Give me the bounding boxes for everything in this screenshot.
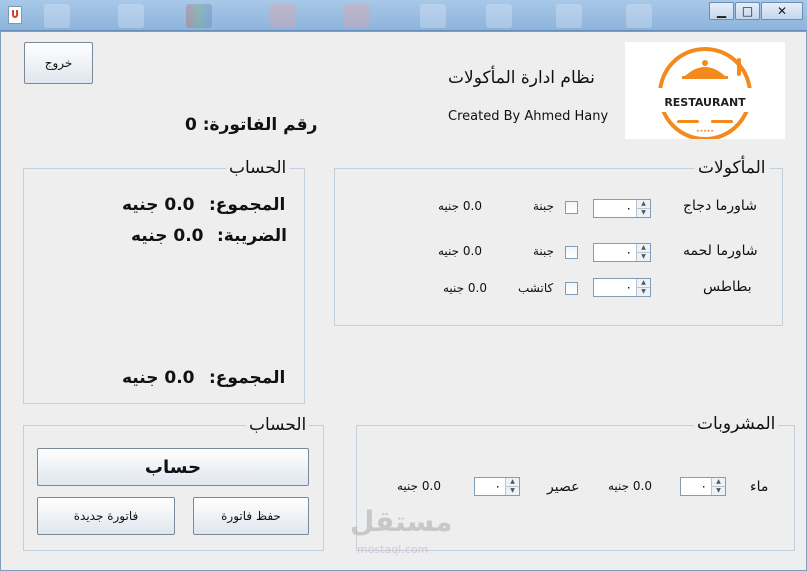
maximize-button[interactable]: □ [735,2,760,20]
save-invoice-button[interactable]: حفظ فاتورة [193,497,309,535]
background-desktop-icon [186,4,212,28]
background-desktop-icon [420,4,446,28]
grand-total-label: المجموع: [209,368,286,388]
java-app-icon [8,6,22,24]
window-titlebar: ▁ □ ✕ [0,0,807,31]
food-item-price: 0.0 جنيه [438,199,483,213]
drink-item-price: 0.0 جنيه [608,479,653,493]
spinner-up-icon[interactable]: ▲ [637,244,650,253]
food-panel-title: المأكولات [695,158,769,178]
food-item-name: شاورما دجاج [683,198,757,214]
quantity-value: ٠ [494,479,501,493]
credit-text: Created By Ahmed Hany [448,109,609,124]
drink-item-name: ماء [750,479,769,495]
quantity-value: ٠ [625,201,632,215]
background-desktop-icon [344,4,370,28]
spinner-up-icon[interactable]: ▲ [712,478,725,487]
food-quantity-spinner[interactable]: ٠ ▲ ▼ [593,199,651,218]
food-item-name: بطاطس [703,279,752,295]
spinner-down-icon[interactable]: ▼ [637,253,650,261]
cheese-checkbox[interactable] [565,201,578,214]
option-label: جبنة [533,244,555,258]
spinner-down-icon[interactable]: ▼ [637,288,650,296]
quantity-value: ٠ [625,245,632,259]
quantity-value: ٠ [625,280,632,294]
quantity-value: ٠ [700,479,707,493]
grand-total-value: 0.0 جنيه [122,368,195,388]
restaurant-logo: RESTAURANT ★★★★★ [625,42,785,141]
tax-label: الضريبة: [217,226,287,246]
app-title: نظام ادارة المأكولات [448,68,595,88]
background-desktop-icon [44,4,70,28]
watermark-url: mostaql.com [357,543,429,556]
spinner-up-icon[interactable]: ▲ [637,279,650,288]
food-item-price: 0.0 جنيه [443,281,488,295]
ketchup-checkbox[interactable] [565,282,578,295]
spinner-down-icon[interactable]: ▼ [637,209,650,217]
total-value: 0.0 جنيه [122,195,195,215]
background-desktop-icon [118,4,144,28]
total-label: المجموع: [209,195,286,215]
food-quantity-spinner[interactable]: ٠ ▲ ▼ [593,243,651,262]
new-invoice-button[interactable]: فاتورة جديدة [37,497,175,535]
background-desktop-icon [626,4,652,28]
logo-stars: ★★★★★ [696,128,714,133]
drink-quantity-spinner[interactable]: ٠ ▲ ▼ [474,477,520,496]
background-desktop-icon [270,4,296,28]
food-quantity-spinner[interactable]: ٠ ▲ ▼ [593,278,651,297]
calculate-button[interactable]: حساب [37,448,309,486]
background-desktop-icon [486,4,512,28]
food-item-name: شاورما لحمه [683,243,758,259]
drink-item-price: 0.0 جنيه [397,479,442,493]
actions-panel-title: الحساب [246,415,310,435]
exit-button[interactable]: خروج [24,42,93,84]
food-item-price: 0.0 جنيه [438,244,483,258]
spinner-up-icon[interactable]: ▲ [637,200,650,209]
watermark-logo: مستقل [350,505,453,538]
close-button[interactable]: ✕ [761,2,803,20]
minimize-button[interactable]: ▁ [709,2,734,20]
drinks-panel-title: المشروبات [694,414,779,434]
logo-text: RESTAURANT [664,96,746,109]
drink-quantity-spinner[interactable]: ٠ ▲ ▼ [680,477,726,496]
spinner-down-icon[interactable]: ▼ [712,487,725,495]
spinner-up-icon[interactable]: ▲ [506,478,519,487]
drink-item-name: عصير [547,479,580,495]
spinner-down-icon[interactable]: ▼ [506,487,519,495]
restaurant-logo-icon: RESTAURANT ★★★★★ [655,47,755,141]
background-desktop-icon [556,4,582,28]
option-label: كاتشب [518,281,554,295]
cheese-checkbox[interactable] [565,246,578,259]
account-summary-title: الحساب [226,158,290,178]
invoice-number: رقم الفاتورة: 0 [185,115,318,135]
tax-value: 0.0 جنيه [131,226,204,246]
option-label: جبنة [533,199,555,213]
